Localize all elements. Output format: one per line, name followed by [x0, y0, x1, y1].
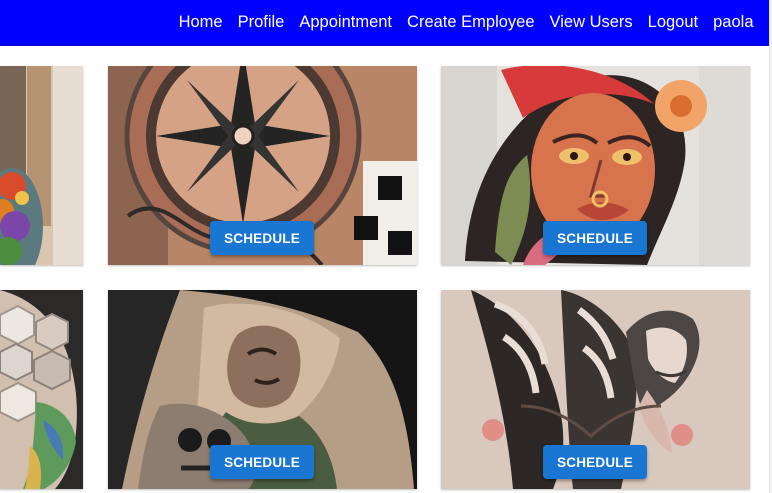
tattoo-image-geometric-arm [0, 290, 83, 489]
tattoo-card [0, 66, 83, 265]
schedule-button[interactable]: SCHEDULE [543, 221, 647, 255]
nav-appointment-link[interactable]: Appointment [292, 13, 400, 32]
nav-logout-link[interactable]: Logout [640, 13, 705, 32]
tattoo-card [0, 290, 83, 489]
schedule-button[interactable]: SCHEDULE [210, 221, 314, 255]
tattoo-card: SCHEDULE [108, 290, 417, 489]
tattoo-card: SCHEDULE [108, 66, 417, 265]
tattoo-card: SCHEDULE [441, 290, 750, 489]
schedule-button[interactable]: SCHEDULE [210, 445, 314, 479]
schedule-button[interactable]: SCHEDULE [543, 445, 647, 479]
nav-user-name[interactable]: paola [706, 13, 761, 32]
nav-profile-link[interactable]: Profile [230, 13, 292, 32]
nav-view-users-link[interactable]: View Users [542, 13, 640, 32]
tattoo-card: SCHEDULE [441, 66, 750, 265]
nav-links: Home Profile Appointment Create Employee… [171, 0, 761, 45]
top-navbar: Home Profile Appointment Create Employee… [0, 0, 769, 46]
nav-create-employee-link[interactable]: Create Employee [400, 13, 542, 32]
tattoo-image-floral-arm [0, 66, 83, 265]
nav-home-link[interactable]: Home [171, 13, 230, 32]
